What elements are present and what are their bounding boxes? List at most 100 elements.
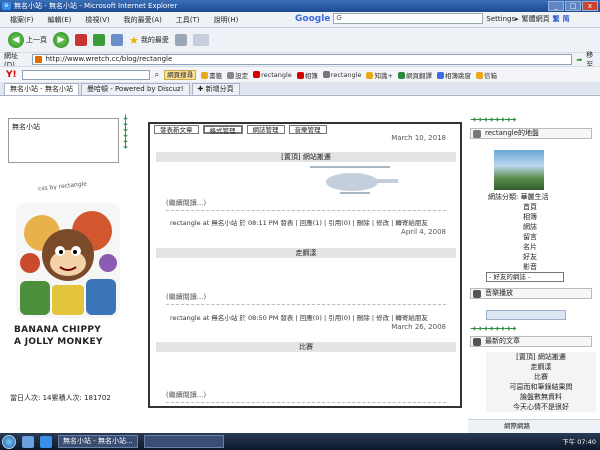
tab-wretch[interactable]: 無名小站 - 無名小站 — [4, 83, 79, 95]
blog-category[interactable]: 網誌分類: 華麗生活 — [488, 192, 549, 202]
tab-new[interactable]: ✚ 新增分頁 — [191, 83, 240, 95]
home-icon[interactable] — [111, 34, 123, 46]
traditional-chinese-button[interactable]: 繁 — [553, 14, 560, 24]
profile-link-home[interactable]: 首頁 — [520, 202, 540, 212]
post-title[interactable]: 比賽 — [156, 342, 456, 352]
menu-view[interactable]: 檢視(V) — [85, 15, 109, 25]
favorites-button[interactable]: ★ 我的最愛 — [129, 32, 169, 48]
refresh-icon[interactable] — [93, 34, 105, 46]
recent-article-link[interactable]: 論盤數無資料 — [486, 392, 596, 402]
window-controls: _ □ x — [548, 1, 598, 11]
menu-edit[interactable]: 編輯(E) — [48, 15, 72, 25]
tab-discuz[interactable]: 曼哈頓 - Powered by Discuz! — [80, 83, 190, 95]
stop-icon[interactable] — [75, 34, 87, 46]
left-widget-label: 無名小站 — [12, 123, 40, 131]
go-arrow-icon[interactable]: ➡ — [576, 56, 582, 64]
close-button[interactable]: x — [582, 1, 598, 11]
read-more-link[interactable]: (繼續閱讀...) — [166, 390, 206, 400]
album-link[interactable]: 相簿 — [296, 70, 318, 80]
google-settings-button[interactable]: Settings▸ — [486, 15, 518, 23]
yahoo-toolbar: Y! ⌕ 網頁搜尋 書籤 設定 rectangle 相簿 rectangle 知… — [0, 66, 600, 82]
profile-link-guestbook[interactable]: 留言 — [520, 232, 540, 242]
bookmark-link[interactable]: 書籤 — [201, 70, 222, 80]
yahoo-logo[interactable]: Y! — [6, 70, 17, 80]
forward-button[interactable]: ▶ — [53, 32, 69, 48]
favorites-label: 我的最愛 — [140, 36, 169, 44]
rectangle-link-2[interactable]: rectangle — [322, 71, 361, 79]
post-meta[interactable]: rectangle at 無名小站 於 08:11 PM 發表 | 回應(1) … — [170, 217, 428, 227]
post-date: April 4, 2008 — [401, 228, 446, 236]
post-separator — [166, 210, 446, 211]
tab-format-manage[interactable]: 格式管理 — [202, 125, 243, 135]
recent-article-link[interactable]: [置頂] 網站搬遷 — [486, 352, 596, 362]
menu-favorites[interactable]: 我的最愛(A) — [124, 15, 162, 25]
menu-tools[interactable]: 工具(T) — [176, 15, 200, 25]
google-wrap-link[interactable]: 繁體網頁 — [522, 14, 550, 24]
decor-arrows-left: ➜➜➜➜➜➜ — [121, 114, 130, 149]
knowledge-link[interactable]: 知識+ — [366, 70, 393, 80]
post-date: March 10, 2018 — [391, 134, 446, 142]
tab-blog-manage[interactable]: 網誌管理 — [246, 125, 285, 134]
status-bar: 網際網路 — [468, 419, 600, 433]
recent-article-link[interactable]: 可惡而和筆錄結果問 — [486, 382, 596, 392]
profile-link-card[interactable]: 名片 — [520, 242, 540, 252]
back-label: 上一頁 — [26, 36, 47, 44]
post-separator — [166, 402, 446, 403]
post-separator — [166, 304, 446, 305]
post-meta[interactable]: rectangle at 無名小站 於 08:50 PM 發表 | 回應(0) … — [170, 312, 428, 322]
profile-link-album[interactable]: 相簿 — [520, 212, 540, 222]
system-clock[interactable]: 下午 07:40 — [562, 436, 596, 446]
tab-new-post[interactable]: 發表新文章 — [154, 125, 199, 134]
album-popup-link[interactable]: 相簿跳窗 — [436, 70, 471, 80]
music-player[interactable] — [486, 310, 566, 320]
google-search-input[interactable]: G — [333, 13, 484, 24]
maximize-button[interactable]: □ — [565, 1, 581, 11]
address-input[interactable]: http://www.wretch.cc/blog/rectangle — [32, 54, 573, 65]
menu-help[interactable]: 說明(H) — [214, 15, 239, 25]
read-more-link[interactable]: (繼續閱讀...) — [166, 198, 206, 208]
google-toolbar: Google G Settings▸ 繁體網頁 繁 简 — [295, 13, 570, 24]
taskbar-task-2[interactable] — [143, 435, 224, 448]
profile-header: rectangle的地盤 — [470, 128, 592, 139]
profile-link-friends[interactable]: 好友 — [520, 252, 540, 262]
left-widget-box: 無名小站 — [8, 118, 119, 163]
tab-bar: 無名小站 - 無名小站 曼哈頓 - Powered by Discuz! ✚ 新… — [0, 82, 600, 96]
profile-photo[interactable] — [494, 150, 544, 190]
translate-link[interactable]: 網頁翻譯 — [397, 70, 432, 80]
mail-link[interactable]: 信箱 — [475, 70, 497, 80]
quicklaunch-desktop-icon[interactable] — [22, 435, 34, 448]
post-title[interactable]: [置頂] 網站搬遷 — [156, 152, 456, 162]
taskbar-task-ie[interactable]: 無名小站 - 無名小站... — [58, 435, 138, 448]
friends-blog-select[interactable]: - 好友的網誌 - — [486, 272, 564, 282]
rectangle-link[interactable]: rectangle — [253, 71, 292, 79]
quicklaunch-ie-icon[interactable] — [40, 435, 52, 448]
word-icon[interactable] — [192, 34, 209, 46]
back-button[interactable]: ◀ 上一頁 — [8, 32, 47, 48]
yahoo-search-button[interactable]: 網頁搜尋 — [164, 69, 197, 80]
tab-music-manage[interactable]: 音樂管理 — [288, 125, 327, 134]
music-icon — [473, 290, 481, 298]
print-icon[interactable] — [174, 34, 187, 46]
menu-file[interactable]: 檔案(F) — [10, 15, 34, 25]
google-logo: Google — [295, 13, 331, 24]
site-favicon-icon — [35, 56, 43, 63]
banana-title-line2: A JOLLY MONKEY — [14, 337, 103, 347]
decor-arrows-mid: ➜➜➜➜➜➜➜➜ — [470, 324, 517, 333]
decor-arrows-top: ➜➜➜➜➜➜➜➜ — [470, 115, 517, 124]
profile-link-video[interactable]: 影音 — [520, 262, 540, 272]
minimize-button[interactable]: _ — [548, 1, 564, 11]
settings-link[interactable]: 設定 — [227, 70, 248, 80]
start-button[interactable] — [2, 434, 16, 449]
address-url: http://www.wretch.cc/blog/rectangle — [45, 55, 173, 63]
read-more-link[interactable]: (繼續閱讀...) — [166, 292, 206, 302]
magnifier-icon[interactable]: ⌕ — [155, 70, 159, 80]
recent-article-link[interactable]: 比賽 — [486, 372, 596, 382]
post-title[interactable]: 走鋼漾 — [156, 248, 456, 258]
profile-link-blog[interactable]: 網誌 — [520, 222, 540, 232]
recent-article-link[interactable]: 今天心情不是很好 — [486, 402, 596, 412]
right-sidebar: ➜➜➜➜➜➜➜➜ rectangle的地盤 網誌分類: 華麗生活 首頁 相簿 網… — [466, 96, 600, 433]
yahoo-search-input[interactable] — [21, 69, 150, 80]
recent-article-link[interactable]: 走鋼漾 — [486, 362, 596, 372]
simplified-chinese-button[interactable]: 简 — [563, 14, 570, 24]
window-titlebar: e 無名小站 - 無名小站 - Microsoft Internet Explo… — [0, 0, 600, 12]
